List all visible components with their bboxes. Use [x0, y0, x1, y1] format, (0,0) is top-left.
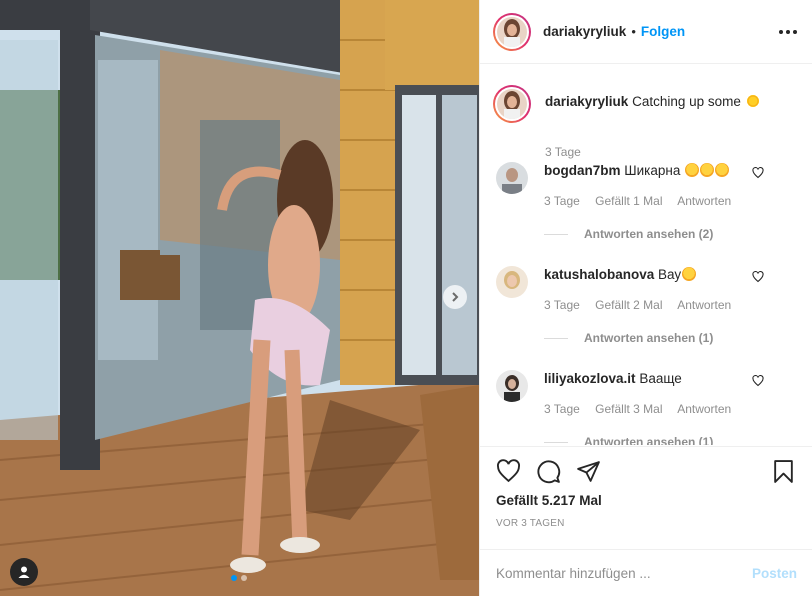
comment-meta: 3 Tage Gefällt 3 Mal Antworten	[544, 402, 743, 416]
comment-likes-link[interactable]: Gefällt 1 Mal	[595, 194, 662, 208]
carousel-dot	[231, 575, 237, 581]
more-horizontal-icon	[779, 29, 797, 34]
avatar-story-ring[interactable]	[493, 85, 531, 123]
comment-text: bogdan7bm Шикарна	[544, 163, 730, 178]
caption-body: Catching up some	[632, 94, 741, 109]
view-replies-label: Antworten ansehen (1)	[584, 435, 714, 445]
save-button[interactable]	[771, 459, 797, 485]
user-tag-button[interactable]	[10, 558, 38, 586]
photo-scene	[0, 0, 479, 596]
reply-button[interactable]: Antworten	[677, 194, 731, 208]
post-comment-button[interactable]: Posten	[752, 566, 797, 581]
caption-time: 3 Tage	[545, 145, 581, 159]
comment-button[interactable]	[536, 459, 562, 485]
comment-text: liliyakozlova.it Вааще	[544, 371, 682, 386]
post-photo[interactable]	[0, 0, 479, 596]
comment-composer: Posten	[480, 549, 812, 596]
heart-icon	[497, 459, 520, 483]
comment-body: Вау	[658, 267, 682, 282]
avatar-story-ring[interactable]	[493, 12, 531, 51]
user-tag-icon	[18, 566, 30, 578]
view-replies-button[interactable]: Antworten ansehen (2)	[544, 227, 713, 241]
comment-username[interactable]: bogdan7bm	[544, 163, 621, 178]
reply-button[interactable]: Antworten	[677, 298, 731, 312]
bookmark-icon	[774, 460, 793, 483]
view-replies-button[interactable]: Antworten ansehen (1)	[544, 435, 713, 445]
view-replies-button[interactable]: Antworten ansehen (1)	[544, 331, 713, 345]
like-comment-heart-icon[interactable]	[752, 271, 764, 283]
likes-count[interactable]: Gefällt 5.217 Mal	[480, 493, 812, 508]
header-separator: •	[631, 24, 636, 39]
star-struck-emoji-icon	[682, 267, 697, 281]
comment-meta: 3 Tage Gefällt 1 Mal Antworten	[544, 194, 743, 208]
comment-time: 3 Tage	[544, 194, 580, 208]
star-struck-emoji-icon	[715, 163, 730, 177]
author-username[interactable]: dariakyryliuk	[543, 24, 626, 39]
comment-input[interactable]	[496, 565, 752, 581]
comment-username[interactable]: katushalobanova	[544, 267, 654, 282]
avatar	[497, 16, 527, 47]
caption-text: dariakyryliuk Catching up some	[545, 94, 760, 109]
comment-username[interactable]: liliyakozlova.it	[544, 371, 636, 386]
comment-body: Шикарна	[624, 163, 681, 178]
share-icon	[577, 461, 600, 482]
action-icons	[480, 447, 812, 497]
post-header: dariakyryliuk • Folgen	[480, 0, 812, 64]
action-bar: Gefällt 5.217 Mal VOR 3 TAGEN	[480, 446, 812, 529]
next-slide-button[interactable]	[443, 285, 467, 309]
comment-text: katushalobanova Вау	[544, 267, 697, 282]
replies-divider	[544, 337, 568, 339]
star-struck-emoji-icon	[700, 163, 715, 177]
avatar[interactable]	[496, 266, 528, 298]
replies-divider	[544, 233, 568, 235]
view-replies-label: Antworten ansehen (2)	[584, 227, 714, 241]
share-button[interactable]	[576, 459, 602, 485]
avatar[interactable]	[496, 370, 528, 402]
follow-button[interactable]: Folgen	[641, 24, 685, 39]
reply-button[interactable]: Antworten	[677, 402, 731, 416]
caption-username[interactable]: dariakyryliuk	[545, 94, 628, 109]
carousel-dots	[231, 575, 247, 581]
carousel-dot	[241, 575, 247, 581]
comment-icon	[537, 460, 561, 484]
avatar[interactable]	[496, 162, 528, 194]
comment-time: 3 Tage	[544, 298, 580, 312]
view-replies-label: Antworten ansehen (1)	[584, 331, 714, 345]
post-sidebar: dariakyryliuk • Folgen dariakyryliuk Cat…	[479, 0, 812, 596]
like-comment-heart-icon[interactable]	[752, 375, 764, 387]
sun-emoji-icon	[745, 94, 760, 108]
post-dialog: dariakyryliuk • Folgen dariakyryliuk Cat…	[0, 0, 812, 596]
more-options-button[interactable]	[778, 29, 798, 35]
comment-time: 3 Tage	[544, 402, 580, 416]
comment-likes-link[interactable]: Gefällt 3 Mal	[595, 402, 662, 416]
like-button[interactable]	[496, 459, 522, 485]
comments-list[interactable]: dariakyryliuk Catching up some 3 Tage bo…	[480, 65, 812, 445]
like-comment-heart-icon[interactable]	[752, 167, 764, 179]
replies-divider	[544, 441, 568, 443]
chevron-right-icon	[452, 292, 459, 302]
post-date: VOR 3 TAGEN	[496, 518, 565, 529]
comment-body: Вааще	[639, 371, 682, 386]
comment-likes-link[interactable]: Gefällt 2 Mal	[595, 298, 662, 312]
avatar	[497, 89, 527, 119]
star-struck-emoji-icon	[685, 163, 700, 177]
comment-meta: 3 Tage Gefällt 2 Mal Antworten	[544, 298, 743, 312]
